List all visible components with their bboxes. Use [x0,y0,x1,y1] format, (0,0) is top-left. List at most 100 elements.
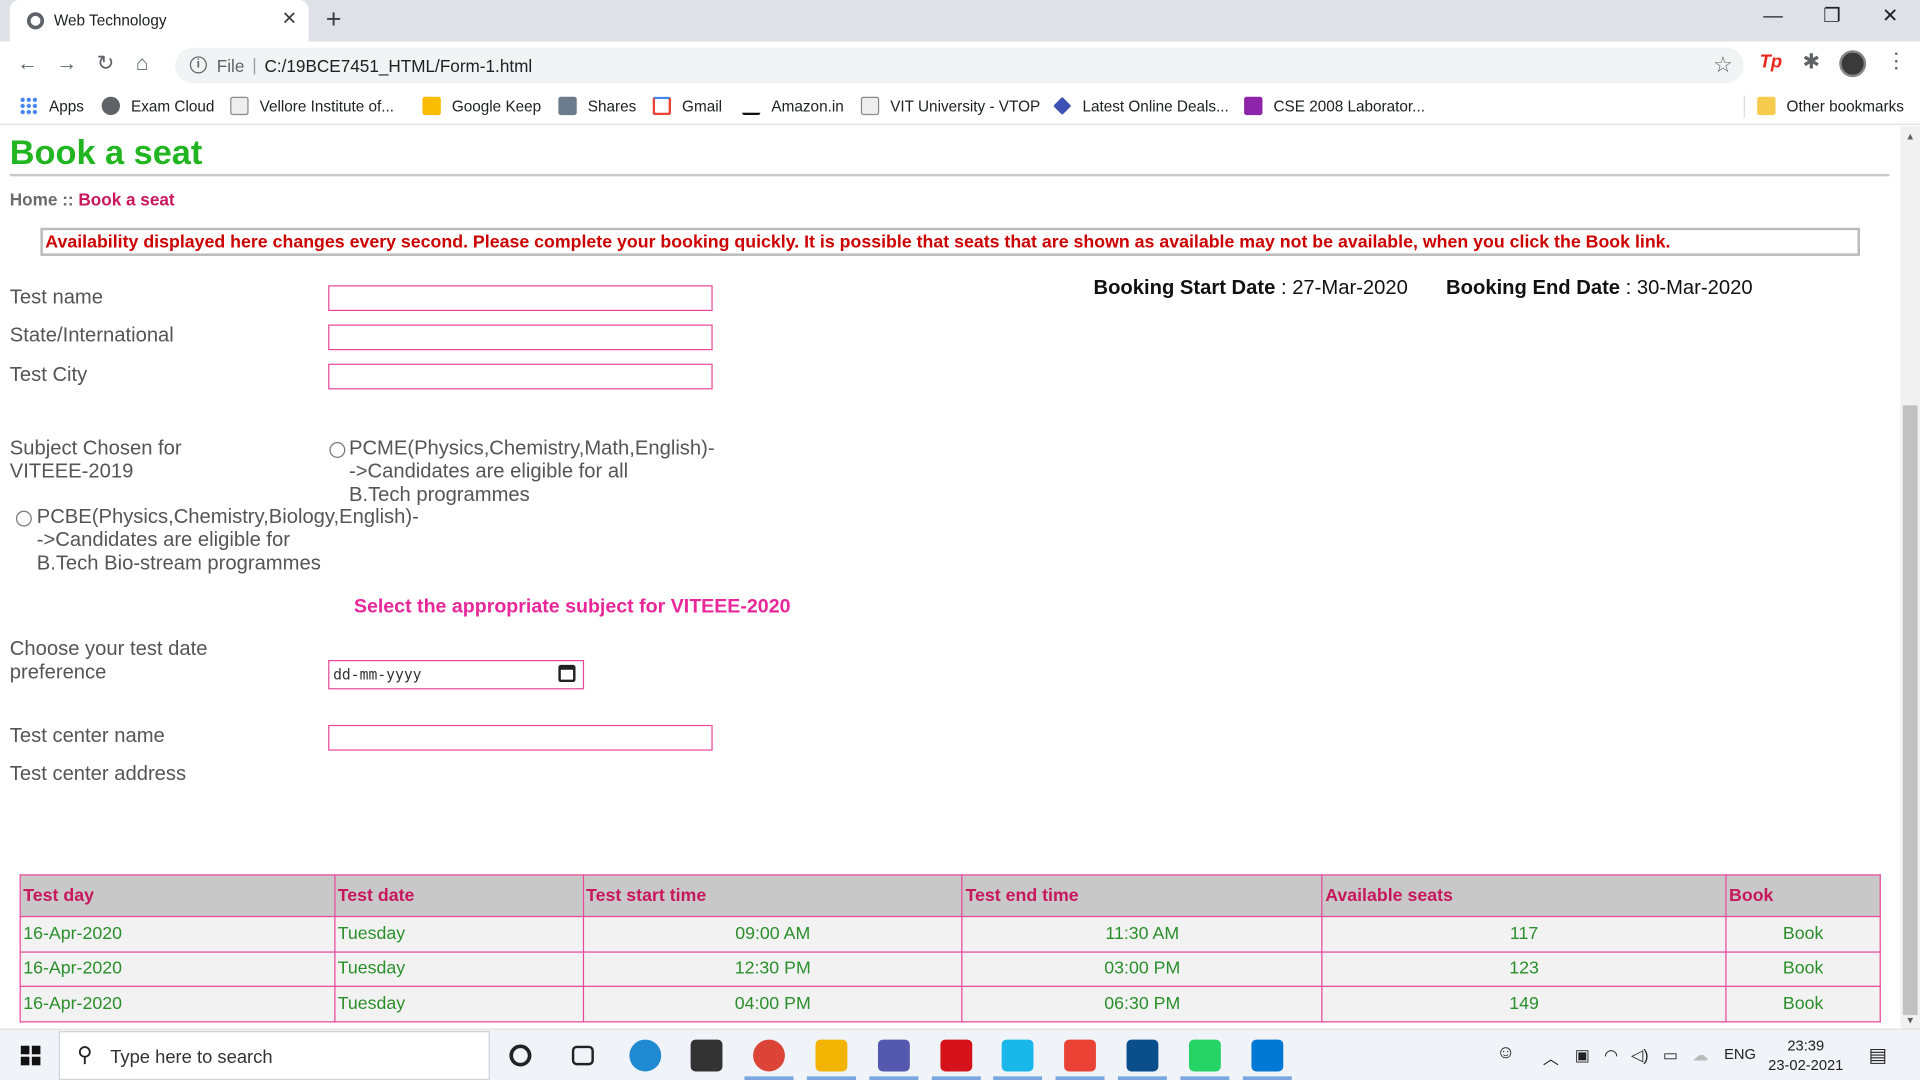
people-icon[interactable]: ☺ [1496,1042,1515,1063]
subject-label-line-2: VITEEE-2019 [9,460,134,483]
deals-icon [1053,96,1072,116]
apps-grid-icon [19,96,38,116]
test-name-input[interactable] [328,285,713,312]
home-button[interactable]: ⌂ [136,51,149,75]
address-bar[interactable]: i File | C:/19BCE7451_HTML/Form-1.html ☆ [175,47,1744,84]
header-test-date: Test date [334,874,584,918]
bookmarks-bar: Apps Exam Cloud Vellore Institute of... … [0,88,1920,125]
title-divider [9,173,1890,177]
profile-avatar[interactable] [1839,50,1867,78]
folder-icon [1757,96,1776,116]
bookmark-google-keep[interactable]: Google Keep [422,96,541,116]
task-view-icon[interactable] [571,1045,594,1066]
new-tab-button[interactable]: + [326,6,342,33]
acrobat-icon[interactable] [940,1039,973,1072]
scroll-down-arrow-icon[interactable]: ▼ [1905,1015,1915,1026]
test-name-label: Test name [9,286,104,309]
store-icon[interactable] [690,1039,723,1072]
chrome-menu-icon[interactable]: ⋮ [1886,50,1907,72]
whatsapp-icon[interactable] [1188,1039,1221,1072]
taskbar-search[interactable]: ⚲ Type here to search [58,1031,490,1080]
language-indicator[interactable]: ENG [1724,1046,1756,1063]
taskbar-clock[interactable]: 23:39 23-02-2021 [1768,1036,1843,1075]
table-header-row: Test day Test date Test start time Test … [19,874,1881,918]
meet-now-icon[interactable]: ▣ [1575,1046,1590,1066]
prime-video-icon[interactable] [1001,1039,1034,1072]
bookmark-vtop[interactable]: VIT University - VTOP [860,96,1040,116]
calendar-icon[interactable] [558,664,576,683]
extensions-puzzle-icon[interactable]: ✱ [1802,50,1819,74]
tray-chevron-icon[interactable]: ︿ [1543,1046,1559,1069]
wifi-icon[interactable]: ◠ [1604,1046,1618,1066]
book-link[interactable]: Book [1725,950,1881,987]
slots-table: Test day Test date Test start time Test … [19,874,1881,1022]
bookmark-amazon[interactable]: Amazon.in [742,96,844,116]
edge-icon[interactable] [629,1039,662,1072]
bookmark-apps[interactable]: Apps [19,96,84,116]
gmail-icon[interactable] [1064,1039,1096,1072]
bookmark-exam-cloud[interactable]: Exam Cloud [101,96,214,116]
minimize-button[interactable]: — [1763,5,1783,29]
page-viewport: Book a seat Home :: Book a seat Availabi… [0,126,1901,1029]
onedrive-cloud-icon[interactable]: ☁ [1692,1046,1708,1066]
close-window-button[interactable]: ✕ [1882,5,1898,29]
breadcrumb-current: Book a seat [78,189,175,210]
breadcrumb-home-link[interactable]: Home [10,190,58,210]
center-name-label: Test center name [9,724,165,747]
close-tab-icon[interactable]: ✕ [282,9,297,30]
search-placeholder: Type here to search [110,1046,273,1068]
running-indicator [1180,1076,1230,1080]
state-input[interactable] [328,324,713,351]
windows-start-icon[interactable] [20,1045,41,1066]
pcme-radio[interactable] [329,442,346,458]
browser-tab[interactable]: Web Technology ✕ [9,0,309,42]
info-icon[interactable]: i [189,56,207,74]
book-link[interactable]: Book [1725,915,1881,953]
volume-icon[interactable]: ◁) [1631,1046,1649,1066]
reload-button[interactable]: ↻ [97,51,114,75]
book-link[interactable]: Book [1725,985,1881,1022]
other-bookmarks[interactable]: Other bookmarks [1757,96,1904,116]
running-indicator [744,1076,794,1080]
test-city-label: Test City [9,363,88,386]
pcbe-option-line-1: PCBE(Physics,Chemistry,Biology,English)- [36,505,419,528]
bookmark-star-icon[interactable]: ☆ [1713,53,1733,79]
battery-icon[interactable]: ▭ [1663,1046,1678,1066]
photos-icon[interactable] [1126,1039,1159,1072]
teams-icon[interactable] [877,1039,910,1072]
running-indicator [1117,1076,1167,1080]
tp-extension-icon[interactable]: Tp [1760,51,1782,72]
bookmark-cse-lab[interactable]: CSE 2008 Laborator... [1244,96,1425,116]
back-button[interactable]: ← [17,51,38,75]
google-keep-icon [422,96,441,116]
running-indicator [1055,1076,1105,1080]
forward-button[interactable]: → [56,51,77,75]
clock-date: 23-02-2021 [1768,1056,1844,1074]
bookmark-deals[interactable]: Latest Online Deals... [1053,96,1229,116]
booking-end-value: : 30-Mar-2020 [1620,276,1753,299]
scroll-thumb[interactable] [1902,405,1918,1016]
chrome-icon[interactable] [753,1039,785,1072]
page-scrollbar[interactable]: ▲ ▼ [1900,126,1920,1029]
test-city-input[interactable] [328,363,713,390]
cell-test-day: 16-Apr-2020 [19,985,336,1022]
bookmark-vellore[interactable]: Vellore Institute of... [230,96,394,116]
url-text[interactable]: C:/19BCE7451_HTML/Form-1.html [264,56,532,76]
cortana-icon[interactable] [509,1044,532,1067]
bookmark-shares[interactable]: Shares [558,96,636,116]
running-indicator [806,1076,856,1080]
pcme-option-line-3: B.Tech programmes [348,483,530,506]
notifications-icon[interactable]: ▤ [1869,1043,1888,1067]
pcbe-option-line-2: ->Candidates are eligible for [36,528,291,552]
header-book: Book [1725,874,1881,918]
scroll-up-arrow-icon[interactable]: ▲ [1905,131,1915,142]
center-name-input[interactable] [328,724,713,751]
bookmark-gmail[interactable]: Gmail [652,96,722,116]
pcbe-radio[interactable] [15,510,32,527]
file-explorer-icon[interactable] [815,1039,848,1072]
vscode-icon[interactable] [1251,1039,1284,1072]
scheme-label: File [216,56,245,76]
test-date-input[interactable]: dd-mm-yyyy [328,660,585,690]
clock-time: 23:39 [1787,1037,1825,1055]
restore-button[interactable]: ❐ [1823,5,1841,29]
